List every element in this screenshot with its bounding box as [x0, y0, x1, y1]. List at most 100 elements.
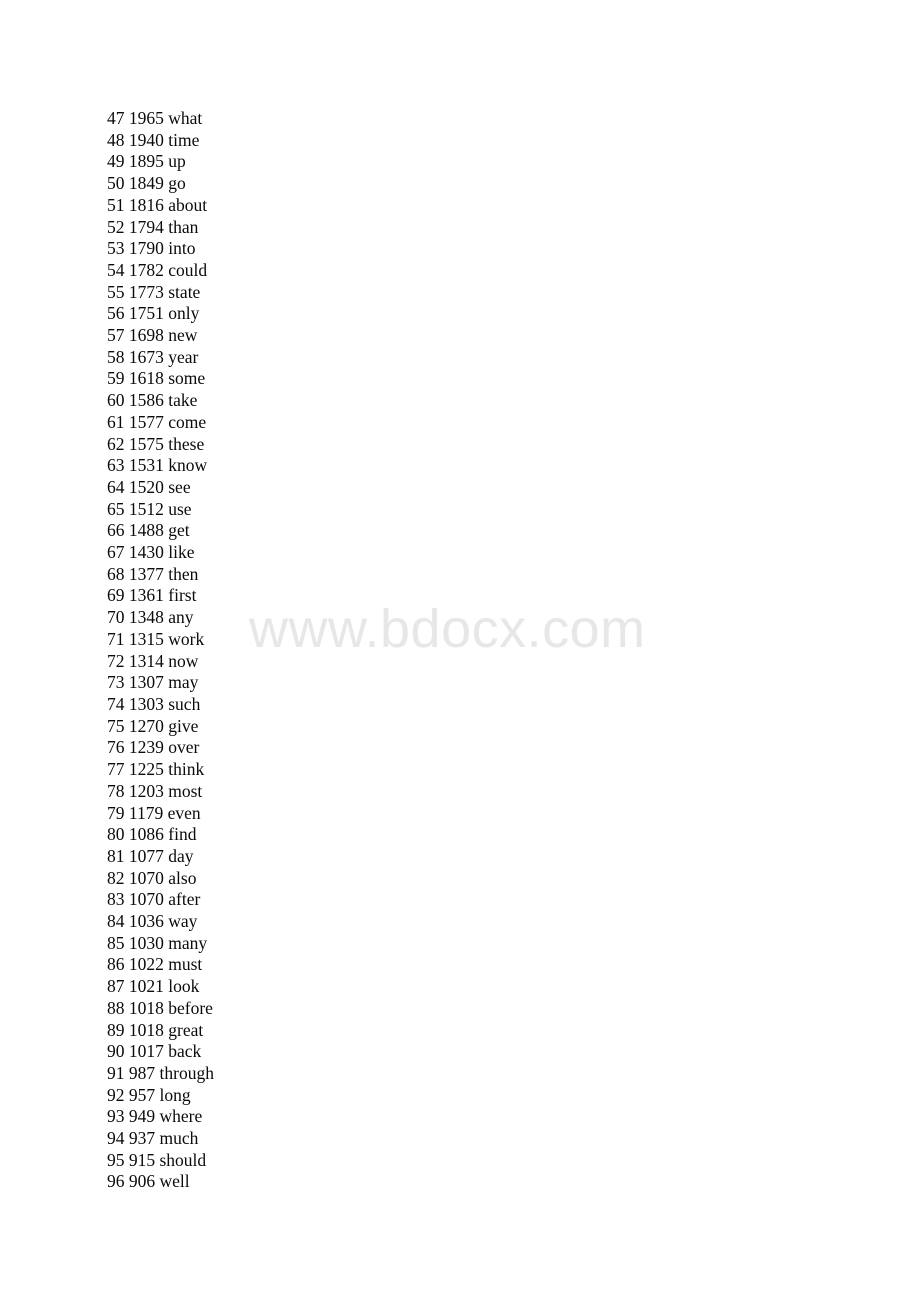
word-value: come — [168, 411, 207, 432]
word-value: see — [168, 476, 191, 497]
count-value: 1361 — [128, 585, 164, 606]
word-value: much — [159, 1128, 199, 1149]
count-value: 1314 — [128, 650, 164, 671]
count-value: 1018 — [128, 997, 164, 1018]
word-value: may — [168, 672, 199, 693]
list-item: 78 1203 most — [107, 781, 807, 803]
rank-value: 55 — [107, 281, 125, 302]
word-value: where — [159, 1106, 203, 1127]
list-item: 65 1512 use — [107, 499, 807, 521]
rank-value: 88 — [107, 997, 125, 1018]
rank-value: 92 — [107, 1084, 125, 1105]
list-item: 87 1021 look — [107, 976, 807, 998]
rank-value: 82 — [107, 867, 125, 888]
rank-value: 65 — [107, 498, 125, 519]
rank-value: 86 — [107, 954, 125, 975]
word-value: now — [168, 650, 199, 671]
rank-value: 47 — [107, 108, 125, 128]
rank-value: 85 — [107, 932, 125, 953]
list-item: 85 1030 many — [107, 933, 807, 955]
count-value: 949 — [128, 1106, 156, 1127]
word-value: take — [168, 390, 198, 411]
list-item: 82 1070 also — [107, 868, 807, 890]
list-item: 80 1086 find — [107, 824, 807, 846]
list-item: 59 1618 some — [107, 368, 807, 390]
list-item: 47 1965 what — [107, 108, 807, 130]
word-value: these — [168, 433, 205, 454]
word-value: should — [159, 1149, 207, 1170]
list-item: 62 1575 these — [107, 434, 807, 456]
word-value: work — [168, 628, 205, 649]
word-value: first — [168, 585, 197, 606]
count-value: 937 — [128, 1128, 156, 1149]
list-item: 81 1077 day — [107, 846, 807, 868]
word-value: any — [168, 607, 194, 628]
count-value: 906 — [128, 1171, 156, 1192]
word-frequency-list: 47 1965 what 48 1940 time 49 1895 up 50 184… — [107, 108, 807, 1193]
list-item: 72 1314 now — [107, 651, 807, 673]
document-page: www.bdocx.com 47 1965 what 48 1940 time 49… — [0, 0, 920, 1302]
count-value: 1270 — [128, 715, 164, 736]
word-value: then — [168, 563, 199, 584]
word-value: through — [159, 1062, 214, 1083]
word-value: well — [159, 1171, 190, 1192]
list-item: 53 1790 into — [107, 238, 807, 260]
rank-value: 76 — [107, 737, 125, 758]
count-value: 987 — [128, 1062, 156, 1083]
word-value: way — [168, 911, 198, 932]
count-value: 1673 — [128, 346, 164, 367]
count-value: 1315 — [128, 628, 164, 649]
rank-value: 59 — [107, 368, 125, 389]
count-value: 1018 — [128, 1019, 164, 1040]
rank-value: 91 — [107, 1062, 125, 1083]
list-item: 60 1586 take — [107, 390, 807, 412]
word-value: day — [168, 845, 194, 866]
list-item: 57 1698 new — [107, 325, 807, 347]
count-value: 1307 — [128, 672, 164, 693]
count-value: 1070 — [128, 889, 164, 910]
count-value: 1488 — [128, 520, 164, 541]
rank-value: 77 — [107, 759, 125, 780]
list-item: 64 1520 see — [107, 477, 807, 499]
count-value: 1965 — [128, 108, 164, 128]
list-item: 94 937 much — [107, 1128, 807, 1150]
count-value: 1021 — [128, 976, 164, 997]
rank-value: 67 — [107, 542, 125, 563]
list-item: 91 987 through — [107, 1063, 807, 1085]
rank-value: 50 — [107, 173, 125, 194]
list-item: 74 1303 such — [107, 694, 807, 716]
rank-value: 79 — [107, 802, 125, 823]
count-value: 1577 — [128, 411, 164, 432]
list-item: 89 1018 great — [107, 1020, 807, 1042]
rank-value: 81 — [107, 845, 125, 866]
rank-value: 94 — [107, 1128, 125, 1149]
word-value: find — [168, 824, 197, 845]
count-value: 1520 — [128, 476, 164, 497]
word-value: great — [168, 1019, 204, 1040]
count-value: 915 — [128, 1149, 156, 1170]
word-value: into — [168, 238, 196, 259]
count-value: 1022 — [128, 954, 164, 975]
count-value: 1586 — [128, 390, 164, 411]
word-value: year — [168, 346, 199, 367]
list-item: 92 957 long — [107, 1085, 807, 1107]
list-item: 71 1315 work — [107, 629, 807, 651]
rank-value: 56 — [107, 303, 125, 324]
list-item: 79 1179 even — [107, 803, 807, 825]
list-item: 93 949 where — [107, 1106, 807, 1128]
rank-value: 60 — [107, 390, 125, 411]
list-item: 49 1895 up — [107, 151, 807, 173]
rank-value: 95 — [107, 1149, 125, 1170]
list-item: 67 1430 like — [107, 542, 807, 564]
word-value: know — [168, 455, 208, 476]
list-item: 54 1782 could — [107, 260, 807, 282]
rank-value: 63 — [107, 455, 125, 476]
list-item: 95 915 should — [107, 1150, 807, 1172]
list-item: 66 1488 get — [107, 520, 807, 542]
count-value: 1575 — [128, 433, 164, 454]
list-item: 96 906 well — [107, 1171, 807, 1193]
count-value: 1794 — [128, 216, 164, 237]
list-item: 51 1816 about — [107, 195, 807, 217]
list-item: 73 1307 may — [107, 672, 807, 694]
word-value: think — [168, 759, 205, 780]
